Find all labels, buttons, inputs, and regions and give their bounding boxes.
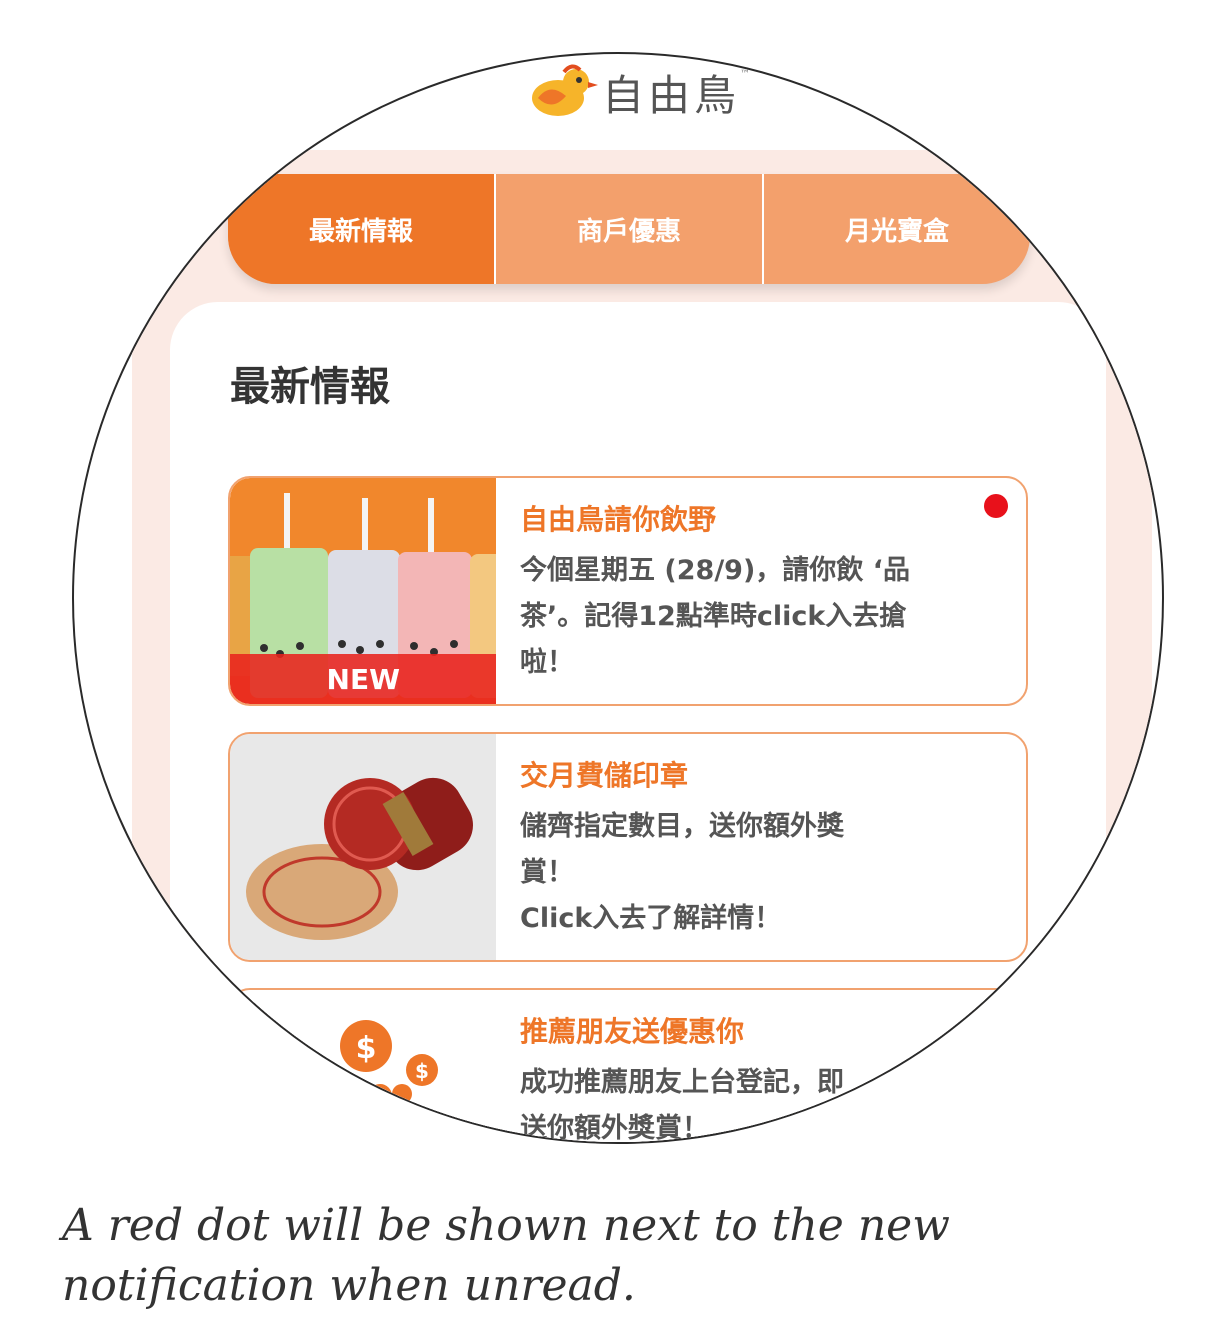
news-card[interactable]: NEW 自由鳥請你飲野 今個星期五 (28/9)，請你飲 ‘品 茶’。記得12點… [228, 476, 1028, 706]
card-title: 自由鳥請你飲野 [520, 503, 717, 536]
card-title: 推薦朋友送優惠你 [520, 1015, 745, 1048]
news-card[interactable]: $ $ 推薦朋友送優惠你 成功推薦朋友上台登記，即 送你額外獎賞！ [228, 988, 1028, 1144]
tab-latest-news[interactable]: 最新情報 [228, 174, 494, 284]
svg-text:$: $ [356, 1031, 377, 1066]
coins-illustration: $ $ [230, 990, 496, 1142]
section-title: 最新情報 [230, 364, 390, 410]
bird-logo-icon [532, 64, 598, 116]
card-title: 交月費儲印章 [520, 759, 689, 792]
tab-treasure-box[interactable]: 月光寶盒 [762, 174, 1030, 284]
caption-text: A red dot will be shown next to the new … [62, 1200, 950, 1311]
bubble-tea-image: NEW [230, 478, 496, 704]
card-description: 成功推薦朋友上台登記，即 送你額外獎賞！ [520, 1067, 844, 1144]
app-logo: 自由鳥 ™ [522, 62, 750, 122]
card-description: 今個星期五 (28/9)，請你飲 ‘品 茶’。記得12點準時click入去搶 啦… [520, 555, 910, 678]
magnifier-lens: 自由鳥 ™ 最新情報 商戶優惠 月光寶盒 最新情報 NEW 自由鳥請你飲野 今個… [72, 52, 1164, 1144]
rubber-stamp-image [230, 734, 496, 960]
news-card[interactable]: 交月費儲印章 儲齊指定數目，送你額外獎 賞！ Click入去了解詳情！ [228, 732, 1028, 962]
logo-text: 自由鳥 [602, 70, 741, 120]
svg-text:$: $ [415, 1059, 429, 1083]
tab-merchant-offers[interactable]: 商戶優惠 [494, 174, 762, 284]
coins-image: $ $ [230, 990, 496, 1142]
rubber-stamp-illustration [230, 734, 496, 960]
trademark-mark: ™ [740, 68, 751, 80]
card-description: 儲齊指定數目，送你額外獎 賞！ Click入去了解詳情！ [520, 811, 844, 934]
tab-bar: 最新情報 商戶優惠 月光寶盒 [228, 174, 1030, 284]
new-badge: NEW [230, 654, 496, 704]
unread-dot-icon [984, 494, 1008, 518]
